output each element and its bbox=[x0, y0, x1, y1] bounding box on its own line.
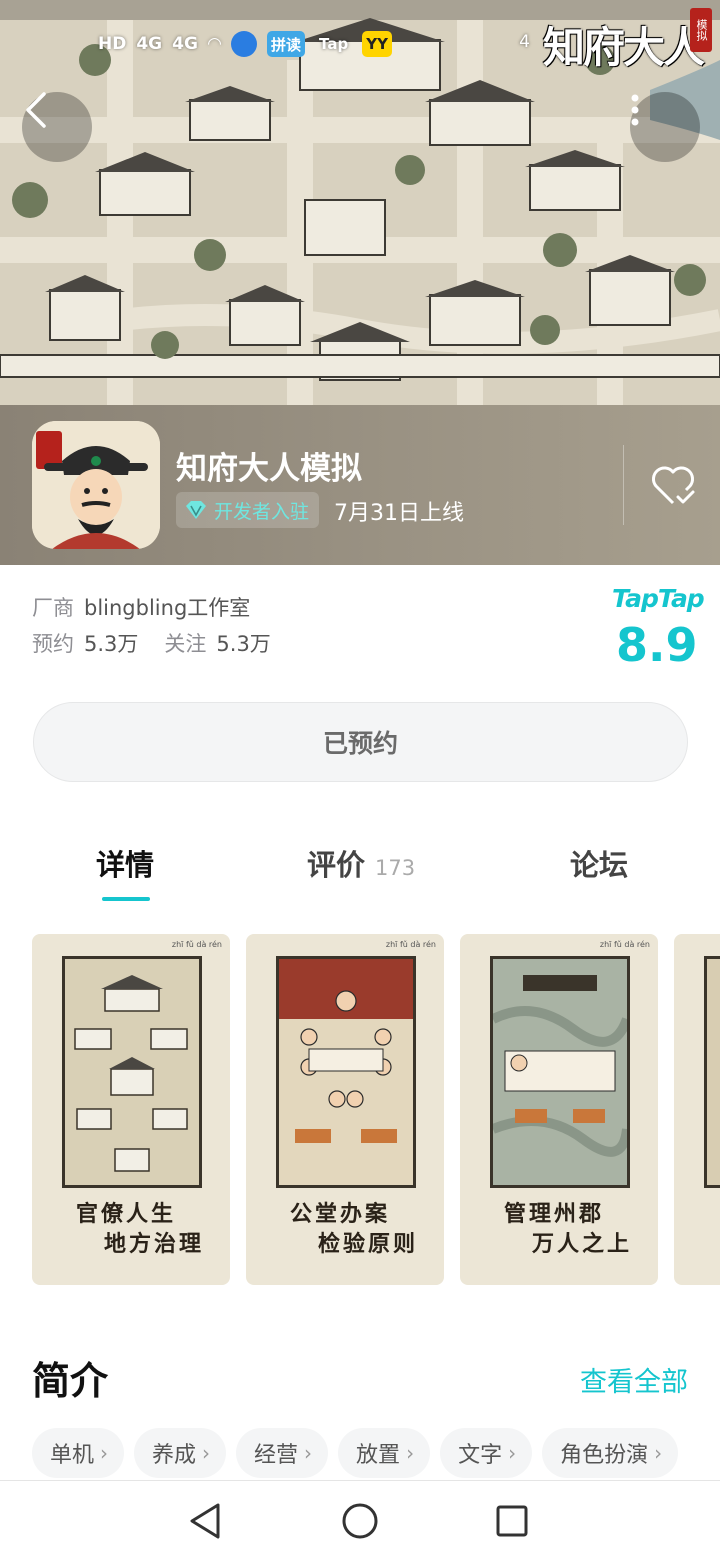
screenshot-2-top-text: zhī fǔ dà rén bbox=[385, 940, 436, 949]
screenshot-1[interactable]: zhī fǔ dà rén 官僚人生 地方治理 bbox=[32, 934, 230, 1285]
tab-forum[interactable]: 论坛 bbox=[570, 842, 628, 884]
screenshot-2-court-view bbox=[276, 956, 416, 1188]
system-navigation-bar bbox=[0, 1480, 720, 1560]
screenshot-1-top-text: zhī fǔ dà rén bbox=[171, 940, 222, 949]
tag-item[interactable]: 放置 › bbox=[338, 1428, 431, 1478]
heart-check-icon bbox=[652, 466, 695, 505]
chevron-right-icon: › bbox=[304, 1441, 313, 1465]
hero-seal: 模拟 bbox=[690, 8, 712, 52]
follow-button[interactable] bbox=[648, 463, 698, 509]
screenshot-3-caption-line2: 万人之上 bbox=[532, 1231, 633, 1257]
tag-label: 文字 bbox=[458, 1443, 503, 1468]
tag-item[interactable]: 单机 › bbox=[32, 1428, 125, 1478]
screenshot-3-top-text: zhī fǔ dà rén bbox=[599, 940, 650, 949]
hd-indicator: HD bbox=[98, 34, 127, 54]
app-notification-icon bbox=[231, 31, 258, 57]
tab-reviews-count: 173 bbox=[375, 856, 416, 880]
reserve-label: 预约 bbox=[32, 632, 74, 656]
follow-count: 关注 5.3万 bbox=[164, 628, 270, 658]
battery-indicator: 4 bbox=[519, 32, 530, 52]
see-all-link[interactable]: 查看全部 bbox=[580, 1360, 688, 1399]
screenshot-1-caption-line1: 官僚人生 bbox=[76, 1201, 177, 1227]
chevron-right-icon: › bbox=[406, 1441, 415, 1465]
vendor-row: 厂商 blingbling工作室 bbox=[32, 592, 250, 622]
more-vertical-icon bbox=[631, 94, 639, 126]
chevron-right-icon: › bbox=[202, 1441, 211, 1465]
diamond-icon bbox=[186, 501, 206, 519]
developer-badge[interactable]: 开发者入驻 bbox=[176, 492, 320, 528]
release-date: 7月31日上线 bbox=[334, 501, 464, 526]
hero-banner: HD 4G 4G ◠ 拼读 Tap YY 4 知府大人 模拟 bbox=[0, 0, 720, 405]
tag-label: 放置 bbox=[356, 1443, 401, 1468]
screenshot-1-caption-line2: 地方治理 bbox=[104, 1231, 205, 1257]
app-notification-yy-icon: YY bbox=[362, 31, 392, 57]
tag-item[interactable]: 文字 › bbox=[440, 1428, 533, 1478]
tag-label: 养成 bbox=[152, 1443, 197, 1468]
network-4g-indicator-2: 4G bbox=[172, 34, 198, 54]
magistrate-avatar-icon bbox=[32, 421, 160, 549]
tag-label: 经营 bbox=[254, 1443, 299, 1468]
follow-label: 关注 bbox=[164, 632, 207, 656]
app-header: 知府大人模拟 开发者入驻 7月31日上线 bbox=[0, 405, 720, 565]
stats-row: 预约 5.3万 关注 5.3万 bbox=[32, 628, 271, 658]
developer-badge-label: 开发者入驻 bbox=[214, 500, 310, 523]
chevron-right-icon: › bbox=[100, 1441, 109, 1465]
triangle-back-icon bbox=[190, 1503, 220, 1539]
tag-item[interactable]: 角色扮演 › bbox=[542, 1428, 679, 1478]
tab-details[interactable]: 详情 bbox=[96, 842, 154, 884]
network-4g-indicator: 4G bbox=[136, 34, 163, 54]
follow-value: 5.3万 bbox=[216, 632, 271, 656]
chevron-right-icon: › bbox=[508, 1441, 517, 1465]
more-options-button[interactable] bbox=[630, 92, 700, 162]
app-name: 知府大人模拟 bbox=[176, 451, 362, 487]
screenshot-2-caption-line1: 公堂办案 bbox=[290, 1201, 391, 1227]
tag-list: 单机 › 养成 › 经营 › 放置 › 文字 › 角色扮演 › bbox=[32, 1428, 720, 1480]
app-notification-cloud-icon: 拼读 bbox=[267, 31, 306, 57]
screenshot-carousel[interactable]: zhī fǔ dà rén 官僚人生 地方治理 zhī fǔ dà rén 公堂… bbox=[32, 934, 720, 1286]
nav-back-button[interactable] bbox=[184, 1499, 228, 1543]
tab-reviews[interactable]: 评价 173 bbox=[307, 842, 415, 884]
screenshot-4-partial[interactable] bbox=[674, 934, 720, 1285]
tab-forum-label: 论坛 bbox=[570, 848, 629, 882]
tag-item[interactable]: 养成 › bbox=[134, 1428, 227, 1478]
tab-details-label: 详情 bbox=[96, 848, 155, 882]
chevron-right-icon: › bbox=[654, 1441, 663, 1465]
chevron-left-icon bbox=[26, 92, 46, 128]
wifi-icon: ◠ bbox=[207, 34, 222, 54]
tab-reviews-label: 评价 bbox=[307, 848, 366, 882]
screenshot-3[interactable]: zhī fǔ dà rén 管理州郡 万人之上 bbox=[460, 934, 658, 1285]
nav-home-button[interactable] bbox=[338, 1499, 382, 1543]
divider bbox=[623, 445, 624, 525]
tag-label: 单机 bbox=[50, 1443, 95, 1468]
screenshot-4-view bbox=[704, 956, 720, 1188]
app-icon[interactable] bbox=[32, 421, 160, 549]
nav-recents-button[interactable] bbox=[490, 1499, 534, 1543]
screenshot-1-town-view bbox=[62, 956, 202, 1188]
vendor-name[interactable]: blingbling工作室 bbox=[84, 596, 250, 620]
tag-item[interactable]: 经营 › bbox=[236, 1428, 329, 1478]
taptap-logo: TapTap bbox=[612, 584, 705, 613]
circle-home-icon bbox=[342, 1503, 378, 1539]
reserve-count: 预约 5.3万 bbox=[32, 628, 138, 658]
intro-title: 简介 bbox=[32, 1359, 109, 1403]
vendor-label: 厂商 bbox=[32, 596, 74, 620]
reserved-button[interactable]: 已预约 bbox=[33, 702, 688, 782]
tag-label: 角色扮演 bbox=[560, 1443, 649, 1468]
reserve-value: 5.3万 bbox=[84, 632, 139, 656]
rating-score[interactable]: 8.9 bbox=[616, 618, 698, 672]
active-tab-indicator bbox=[102, 897, 150, 901]
screenshot-3-map-view bbox=[490, 956, 632, 1188]
app-notification-tap-icon: Tap bbox=[319, 35, 349, 53]
screenshot-3-caption-line1: 管理州郡 bbox=[504, 1201, 605, 1227]
square-recents-icon bbox=[496, 1505, 528, 1537]
screenshot-2[interactable]: zhī fǔ dà rén 公堂办案 检验原则 bbox=[246, 934, 444, 1285]
hero-title-art: 知府大人 bbox=[543, 23, 705, 72]
screenshot-2-caption-line2: 检验原则 bbox=[318, 1231, 419, 1257]
back-button[interactable] bbox=[22, 92, 92, 162]
